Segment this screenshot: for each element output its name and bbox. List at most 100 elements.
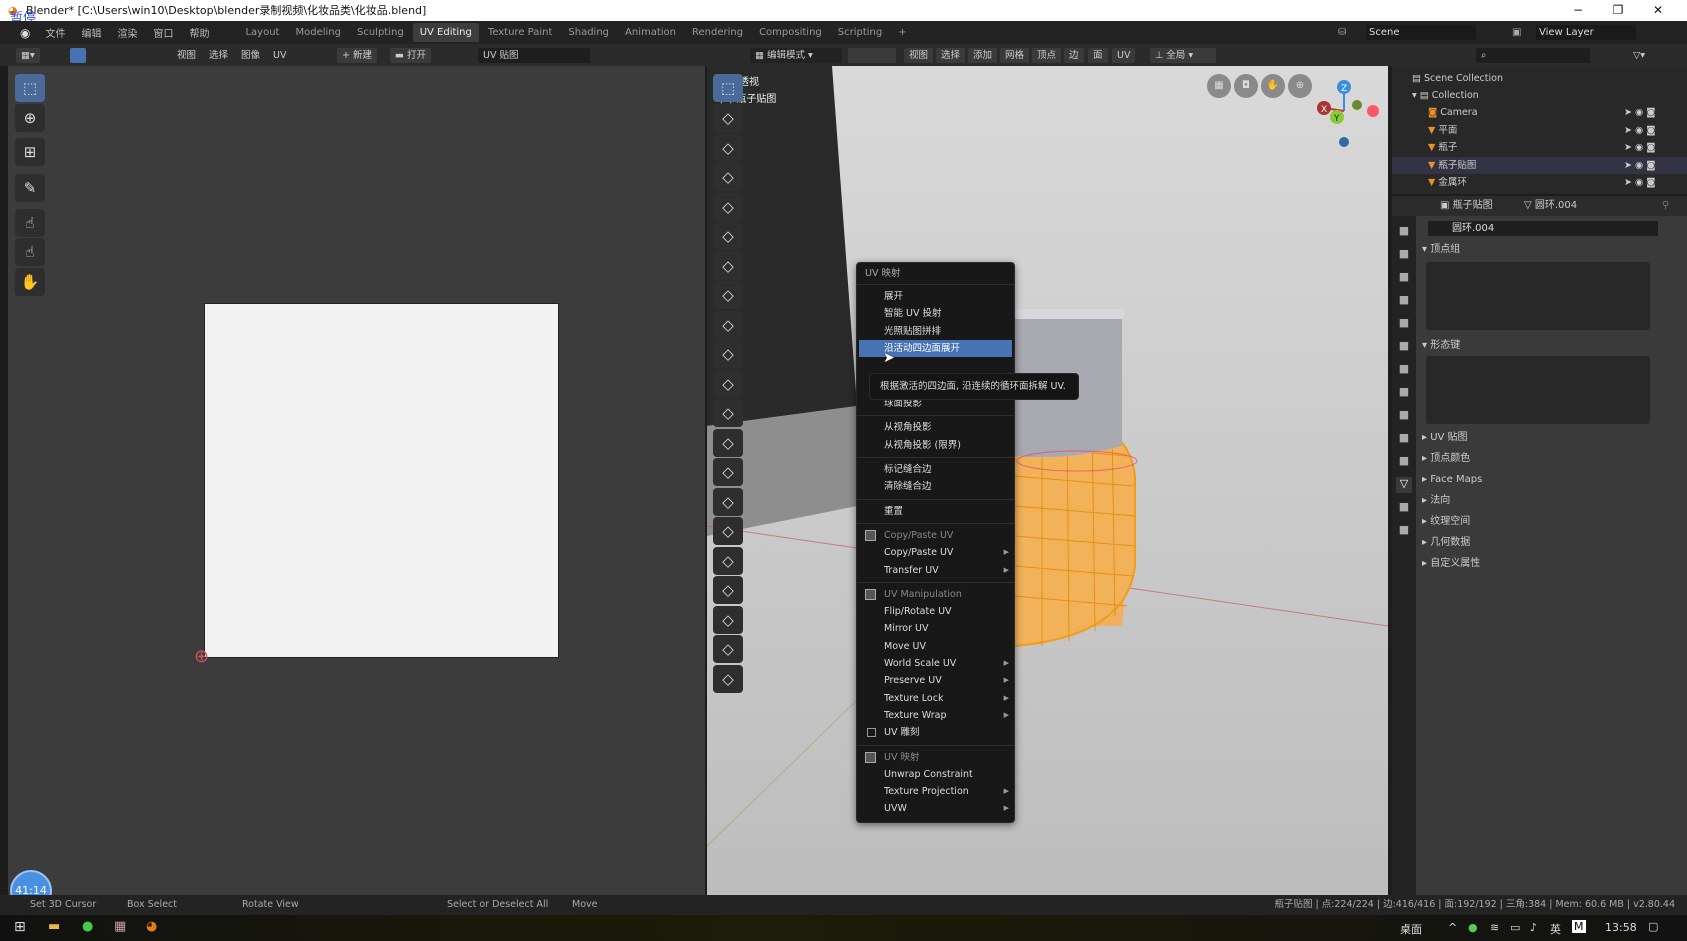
menu-item[interactable]: UVW ▶ bbox=[857, 800, 1014, 817]
spin-tool[interactable]: ◇ bbox=[713, 517, 743, 545]
menu-item[interactable]: 展开 bbox=[857, 288, 1014, 305]
outliner-row[interactable]: ▼ 平面 ➤ ◉ ◙ bbox=[1392, 122, 1687, 139]
move-tool[interactable]: ◇ bbox=[713, 163, 743, 191]
grab-tool[interactable]: ☝ bbox=[15, 209, 45, 237]
bevel-tool[interactable]: ◇ bbox=[713, 399, 743, 427]
browser-icon[interactable]: ● bbox=[82, 919, 93, 934]
visibility-toggles[interactable]: ➤ ◉ ◙ bbox=[1624, 174, 1656, 191]
menu-item[interactable]: Texture Projection ▶ bbox=[857, 783, 1014, 800]
workspace-tab-0[interactable]: Layout bbox=[238, 23, 286, 42]
volume-icon[interactable]: ♪ bbox=[1530, 921, 1537, 934]
menu-item[interactable]: 从视角投影 (限界) bbox=[857, 437, 1014, 454]
workspace-tab-10[interactable]: + bbox=[891, 23, 913, 42]
filter-icon[interactable]: ▽▾ bbox=[1628, 48, 1650, 63]
menu-3d-select[interactable]: 选择 bbox=[936, 48, 966, 63]
knife-tool[interactable]: ◇ bbox=[713, 458, 743, 486]
start-button-icon[interactable]: ⊞ bbox=[14, 919, 26, 935]
loop-cut-tool[interactable]: ◇ bbox=[713, 428, 743, 457]
object-tab-icon[interactable]: ■ bbox=[1396, 362, 1412, 378]
menu-3d-mesh[interactable]: 网格 bbox=[1000, 48, 1030, 63]
new-image-button[interactable]: + 新建 bbox=[337, 48, 377, 63]
visibility-toggles[interactable]: ➤ ◉ ◙ bbox=[1624, 122, 1656, 139]
tool-tab-icon[interactable]: ■ bbox=[1396, 224, 1412, 240]
outliner-row[interactable]: ▼ 瓶子贴图 ➤ ◉ ◙ bbox=[1392, 156, 1687, 174]
panel-collapsed[interactable]: ▸ 纹理空间 bbox=[1422, 512, 1670, 532]
view-layer-icon[interactable]: ▣ bbox=[1512, 27, 1521, 38]
menu-item[interactable]: 智能 UV 投射 bbox=[857, 305, 1014, 322]
outliner-search[interactable]: ⌕ bbox=[1476, 48, 1590, 63]
physics-tab-icon[interactable]: ■ bbox=[1396, 431, 1412, 447]
smooth-tool[interactable]: ◇ bbox=[713, 546, 743, 575]
menu-window[interactable]: 窗口 bbox=[146, 22, 180, 43]
uv-menu-image[interactable]: 图像 bbox=[236, 48, 265, 63]
menu-item[interactable]: Texture Wrap ▶ bbox=[857, 707, 1014, 724]
image-name-field[interactable]: UV 贴图 bbox=[478, 48, 590, 63]
menu-item[interactable]: 清除缝合边 bbox=[857, 478, 1014, 495]
checkbox[interactable] bbox=[867, 728, 876, 738]
tray-chevron-icon[interactable]: ^ bbox=[1448, 921, 1457, 934]
outliner-row[interactable]: ◙ Camera ➤ ◉ ◙ bbox=[1392, 104, 1687, 121]
menu-item[interactable]: Copy/Paste UV ▶ bbox=[857, 544, 1014, 561]
annotate-tool[interactable]: ✎ bbox=[15, 174, 45, 202]
view-layer-selector[interactable]: View Layer bbox=[1536, 25, 1636, 40]
add-cube-tool[interactable]: ◇ bbox=[713, 310, 743, 339]
menu-3d-vertex[interactable]: 顶点 bbox=[1032, 48, 1062, 63]
menu-3d-edge[interactable]: 边 bbox=[1064, 48, 1084, 63]
select-box-tool-3d[interactable]: ⬚ bbox=[713, 74, 743, 102]
constraints-tab-icon[interactable]: ■ bbox=[1396, 454, 1412, 470]
menu-item[interactable]: World Scale UV ▶ bbox=[857, 655, 1014, 672]
blender-taskbar-icon[interactable]: ◕ bbox=[146, 919, 157, 934]
navigation-gizmo[interactable]: Z X Y bbox=[1307, 71, 1387, 156]
render-tab-icon[interactable]: ■ bbox=[1396, 247, 1412, 263]
scale-tool[interactable]: ◇ bbox=[713, 222, 743, 250]
panel-collapsed[interactable]: ▸ 顶点颜色 bbox=[1422, 449, 1670, 469]
menu-item[interactable]: Flip/Rotate UV bbox=[857, 603, 1014, 620]
output-tab-icon[interactable]: ■ bbox=[1396, 270, 1412, 286]
workspace-tab-6[interactable]: Animation bbox=[618, 23, 683, 42]
menu-item[interactable]: 沿活动四边面展开 bbox=[859, 339, 1012, 358]
object-breadcrumb[interactable]: ▣ 瓶子贴图 bbox=[1440, 196, 1493, 216]
menu-3d-uv[interactable]: UV bbox=[1112, 48, 1136, 63]
measure-tool[interactable]: ◇ bbox=[713, 281, 743, 309]
rotate-tool[interactable]: ◇ bbox=[713, 192, 743, 221]
uv-image-canvas[interactable] bbox=[204, 303, 559, 658]
shear-tool[interactable]: ◇ bbox=[713, 605, 743, 634]
menu-item[interactable]: Unwrap Constraint bbox=[857, 766, 1014, 783]
menu-item[interactable]: Texture Lock ▶ bbox=[857, 690, 1014, 707]
uv-menu-uv[interactable]: UV bbox=[268, 48, 291, 63]
ime-mode[interactable]: M bbox=[1572, 920, 1586, 933]
data-tab-icon[interactable]: ▽ bbox=[1396, 477, 1412, 493]
panel-collapsed[interactable]: ▸ 几何数据 bbox=[1422, 533, 1670, 553]
view-layer-tab-icon[interactable]: ■ bbox=[1396, 293, 1412, 309]
menu-edit[interactable]: 编辑 bbox=[74, 22, 108, 43]
material-tab-icon[interactable]: ■ bbox=[1396, 500, 1412, 516]
visibility-toggles[interactable]: ➤ ◉ ◙ bbox=[1624, 139, 1656, 156]
perspective-toggle-icon[interactable]: ▦ bbox=[1207, 74, 1231, 98]
panel-shape-keys[interactable]: ▾ 形态键 bbox=[1422, 336, 1670, 356]
menu-item[interactable]: Mirror UV bbox=[857, 620, 1014, 637]
workspace-tab-8[interactable]: Compositing bbox=[752, 23, 829, 42]
menu-item[interactable]: UV 雕刻 bbox=[857, 724, 1014, 741]
menu-3d-face[interactable]: 面 bbox=[1088, 48, 1108, 63]
menu-3d-add[interactable]: 添加 bbox=[968, 48, 998, 63]
panel-collapsed[interactable]: ▸ UV 贴图 bbox=[1422, 428, 1670, 448]
inset-tool[interactable]: ◇ bbox=[713, 369, 743, 398]
scene-icon[interactable]: ⛁ bbox=[1338, 27, 1346, 38]
cursor-tool[interactable]: ⊕ bbox=[15, 104, 45, 132]
desktop-toolbar[interactable]: 桌面 bbox=[1400, 921, 1422, 937]
minimize-button[interactable]: − bbox=[1558, 0, 1598, 21]
workspace-tab-3[interactable]: UV Editing bbox=[412, 23, 479, 42]
annotate-tool[interactable]: ◇ bbox=[713, 251, 743, 280]
uv-editor[interactable]: ⬚ ⊕ ⊞ ✎ ☝ ☝ ✋ ⊕ 41:14 bbox=[8, 66, 705, 912]
menu-item[interactable]: 标记缝合边 bbox=[857, 461, 1014, 478]
texture-tab-icon[interactable]: ■ bbox=[1396, 523, 1412, 539]
scene-collection-row[interactable]: ▤ Scene Collection bbox=[1392, 70, 1687, 87]
pinch-tool[interactable]: ✋ bbox=[15, 268, 45, 296]
menu-file[interactable]: 文件 bbox=[38, 22, 72, 43]
uv-menu-select[interactable]: 选择 bbox=[204, 48, 233, 63]
shrink-fatten-tool[interactable]: ◇ bbox=[713, 576, 743, 604]
open-image-button[interactable]: ▬ 打开 bbox=[390, 48, 432, 63]
scene-selector[interactable]: Scene bbox=[1366, 25, 1476, 40]
outliner-row[interactable]: ▼ 金属环 ➤ ◉ ◙ bbox=[1392, 174, 1687, 191]
collection-row[interactable]: ▾ ▤ Collection bbox=[1392, 87, 1687, 104]
